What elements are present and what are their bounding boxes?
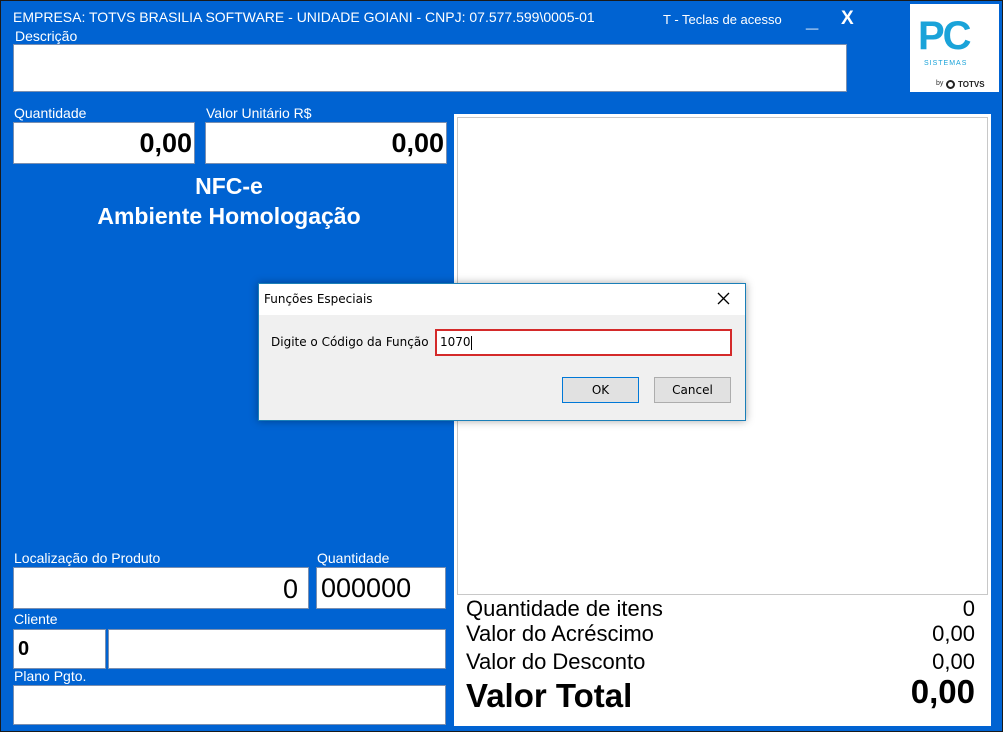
- logo-text: PC: [918, 14, 972, 58]
- logo-by: by: [936, 80, 944, 87]
- valor-unitario-label: Valor Unitário R$: [206, 105, 312, 121]
- quantidade-label: Quantidade: [14, 105, 87, 121]
- shortcut-hint[interactable]: T - Teclas de acesso: [663, 12, 782, 27]
- total-label: Valor Total: [466, 677, 633, 714]
- function-code-input[interactable]: 1070: [435, 329, 732, 356]
- banner-nfce: NFC-e: [195, 173, 263, 199]
- pc-sistemas-logo: PC SISTEMAS by TOTVS: [910, 4, 999, 92]
- close-button[interactable]: X: [841, 8, 854, 30]
- banner-ambiente: Ambiente Homologação: [97, 203, 361, 229]
- acrescimo-value: 0,00: [932, 621, 975, 646]
- acrescimo-label: Valor do Acréscimo: [466, 621, 654, 646]
- cliente-label: Cliente: [14, 611, 58, 627]
- company-header: EMPRESA: TOTVS BRASILIA SOFTWARE - UNIDA…: [13, 9, 595, 25]
- funcoes-especiais-dialog: Funções Especiais Digite o Código da Fun…: [258, 283, 746, 421]
- function-code-value: 1070: [440, 335, 471, 349]
- quantidade2-field[interactable]: 000000: [316, 567, 446, 609]
- cliente-code-field[interactable]: 0: [13, 629, 106, 669]
- ok-button[interactable]: OK: [562, 377, 639, 403]
- quantidade-field[interactable]: 0,00: [13, 122, 195, 164]
- cancel-button[interactable]: Cancel: [654, 377, 731, 403]
- minimize-button[interactable]: _: [806, 7, 818, 33]
- localizacao-label: Localização do Produto: [14, 550, 161, 566]
- pdv-window: EMPRESA: TOTVS BRASILIA SOFTWARE - UNIDA…: [0, 0, 1003, 732]
- total-value: 0,00: [910, 673, 975, 710]
- qtd-itens-label: Quantidade de itens: [466, 596, 663, 621]
- function-code-label: Digite o Código da Função: [271, 335, 429, 349]
- totvs-icon: [946, 80, 955, 89]
- valor-unitario-field[interactable]: 0,00: [205, 122, 447, 164]
- logo-subtitle: SISTEMAS: [924, 60, 968, 67]
- desconto-label: Valor do Desconto: [466, 649, 646, 674]
- qtd-itens-value: 0: [962, 596, 975, 621]
- quantidade2-label: Quantidade: [317, 550, 390, 566]
- descricao-label: Descrição: [15, 28, 78, 44]
- localizacao-field[interactable]: 0: [13, 567, 309, 609]
- plano-field[interactable]: [13, 685, 446, 725]
- cliente-name-field[interactable]: [108, 629, 446, 669]
- descricao-field[interactable]: [13, 44, 847, 92]
- environment-banner: NFC-e Ambiente Homologação: [1, 171, 457, 231]
- dialog-title: Funções Especiais: [264, 292, 373, 306]
- dialog-close-icon[interactable]: [713, 288, 735, 310]
- plano-label: Plano Pgto.: [14, 668, 87, 684]
- dialog-titlebar: Funções Especiais: [259, 284, 745, 315]
- text-cursor: [470, 335, 472, 350]
- desconto-value: 0,00: [932, 649, 975, 674]
- logo-brand: TOTVS: [958, 80, 985, 89]
